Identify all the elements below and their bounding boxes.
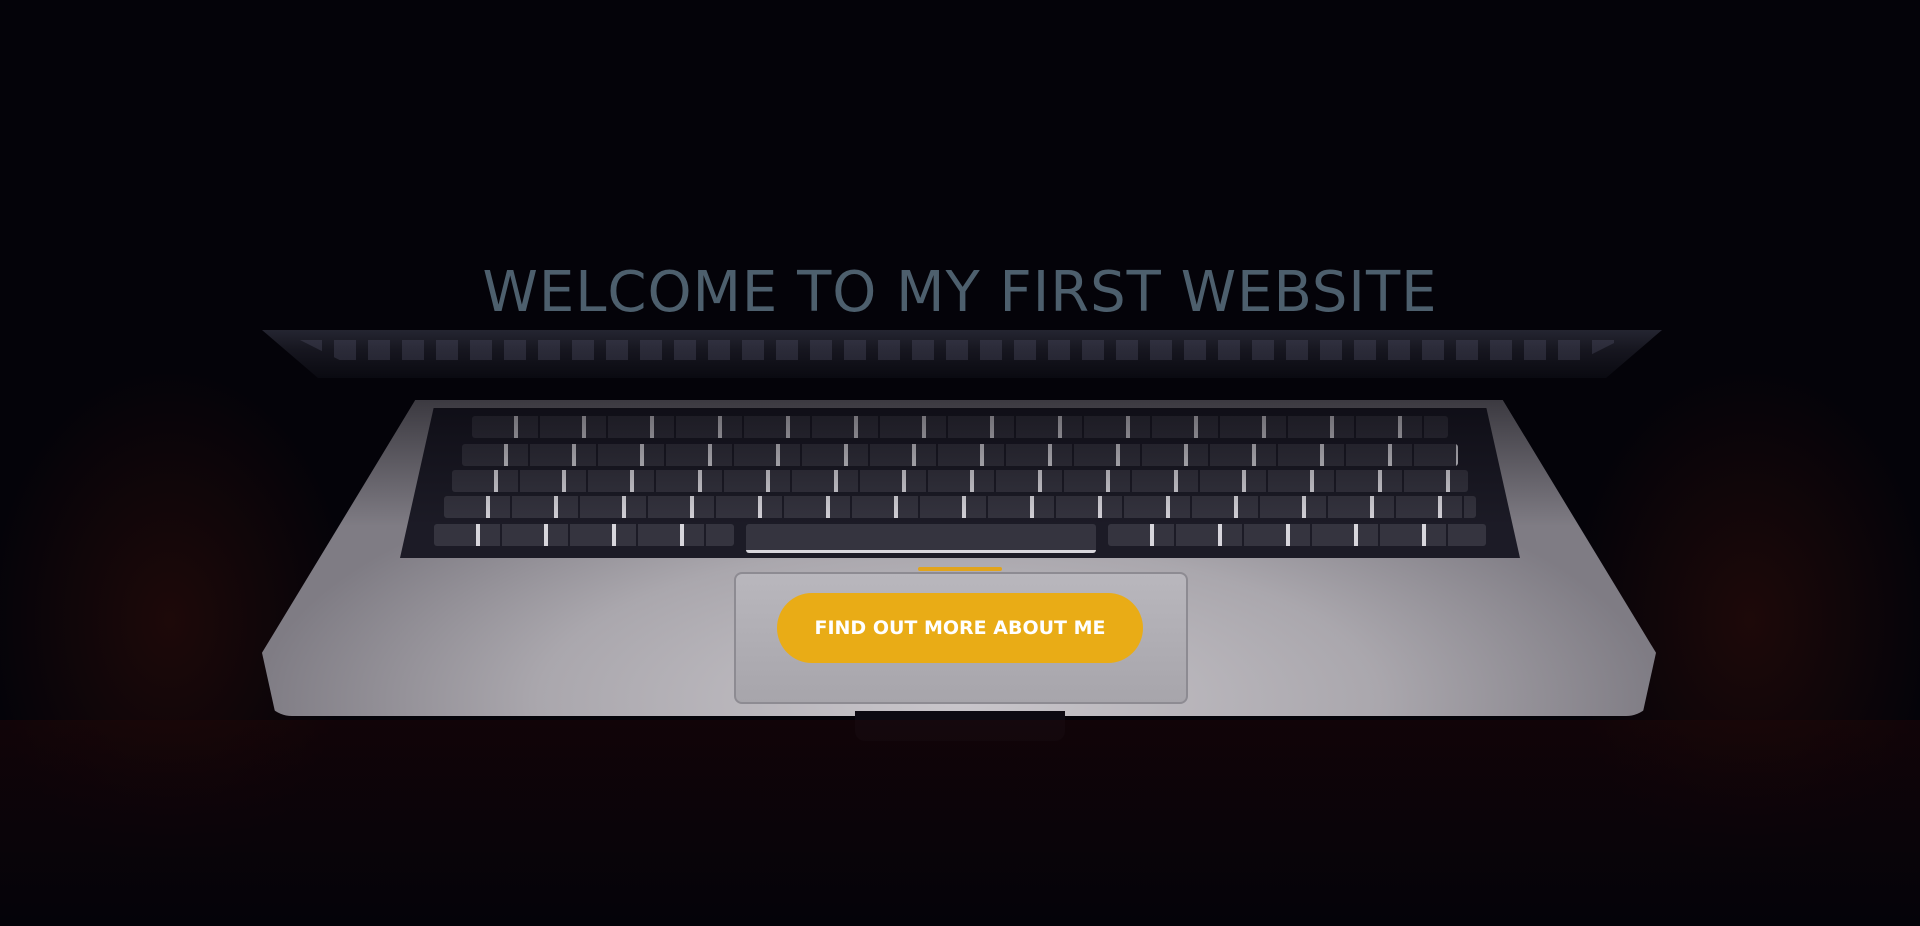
table-surface — [0, 720, 1920, 926]
page-title: WELCOME TO MY FIRST WEBSITE — [482, 260, 1438, 325]
hero-section: WELCOME TO MY FIRST WEBSITE FIND OUT MOR… — [0, 0, 1920, 926]
find-out-more-button[interactable]: FIND OUT MORE ABOUT ME — [777, 593, 1143, 663]
laptop-lid-reflection — [300, 340, 1620, 360]
trackpad-accent-line — [918, 567, 1002, 571]
